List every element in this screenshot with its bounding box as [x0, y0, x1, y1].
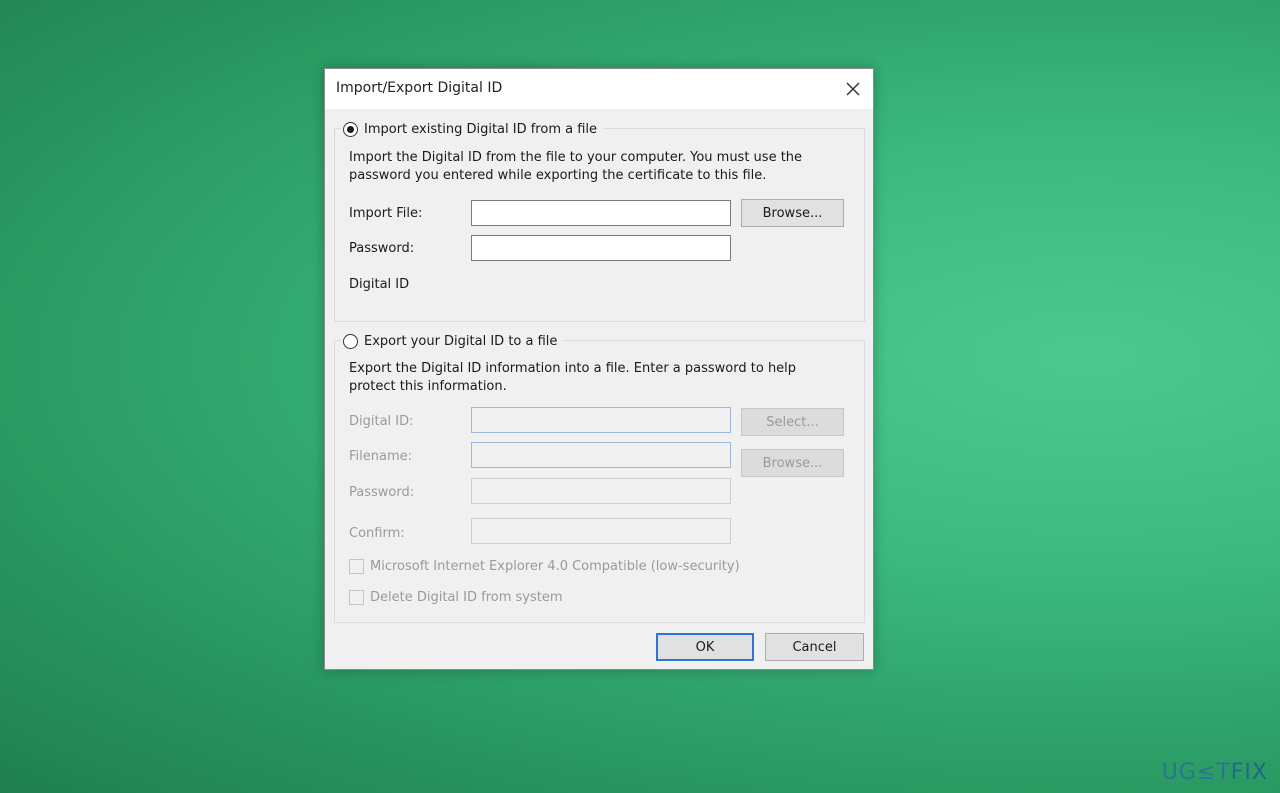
export-description-line-2: protect this information. — [349, 379, 507, 394]
close-icon[interactable] — [841, 77, 865, 101]
import-radio-button[interactable] — [343, 122, 358, 137]
export-digital-id-input[interactable] — [471, 407, 731, 433]
delete-digital-id-label: Delete Digital ID from system — [370, 590, 563, 605]
export-description: Export the Digital ID information into a… — [349, 360, 796, 396]
export-confirm-label: Confirm: — [349, 526, 405, 541]
import-radio-option[interactable]: Import existing Digital ID from a file — [341, 122, 604, 137]
export-radio-button[interactable] — [343, 334, 358, 349]
ie-compat-option[interactable]: Microsoft Internet Explorer 4.0 Compatib… — [349, 559, 740, 574]
title-bar: Import/Export Digital ID — [325, 69, 873, 109]
import-file-label: Import File: — [349, 206, 423, 221]
import-export-digital-id-dialog: Import/Export Digital ID Import existing… — [324, 68, 874, 670]
dialog-title: Import/Export Digital ID — [336, 80, 503, 96]
export-radio-option[interactable]: Export your Digital ID to a file — [341, 334, 564, 349]
import-description-line-2: password you entered while exporting the… — [349, 168, 767, 183]
ok-button[interactable]: OK — [656, 633, 754, 661]
watermark-mid: ≤T — [1196, 760, 1231, 785]
watermark-logo: UG≤TFIX — [1162, 760, 1268, 785]
export-digital-id-label: Digital ID: — [349, 414, 414, 429]
ie-compat-checkbox[interactable] — [349, 559, 364, 574]
ie-compat-label: Microsoft Internet Explorer 4.0 Compatib… — [370, 559, 740, 574]
export-browse-button[interactable]: Browse... — [741, 449, 844, 477]
import-password-label: Password: — [349, 241, 415, 256]
import-radio-label: Import existing Digital ID from a file — [364, 122, 598, 137]
watermark-suffix: FIX — [1230, 760, 1268, 785]
watermark-prefix: UG — [1161, 760, 1197, 785]
export-select-button[interactable]: Select... — [741, 408, 844, 436]
export-description-line-1: Export the Digital ID information into a… — [349, 361, 797, 376]
delete-digital-id-checkbox[interactable] — [349, 590, 364, 605]
import-description: Import the Digital ID from the file to y… — [349, 149, 802, 185]
export-password-input[interactable] — [471, 478, 731, 504]
delete-digital-id-option[interactable]: Delete Digital ID from system — [349, 590, 563, 605]
import-password-input[interactable] — [471, 235, 731, 261]
export-radio-label: Export your Digital ID to a file — [364, 334, 558, 349]
import-browse-button[interactable]: Browse... — [741, 199, 844, 227]
export-filename-label: Filename: — [349, 449, 413, 464]
import-description-line-1: Import the Digital ID from the file to y… — [349, 150, 803, 165]
import-file-input[interactable] — [471, 200, 731, 226]
export-confirm-input[interactable] — [471, 518, 731, 544]
cancel-button[interactable]: Cancel — [765, 633, 864, 661]
export-password-label: Password: — [349, 485, 415, 500]
export-filename-input[interactable] — [471, 442, 731, 468]
import-digital-id-label: Digital ID — [349, 277, 410, 292]
